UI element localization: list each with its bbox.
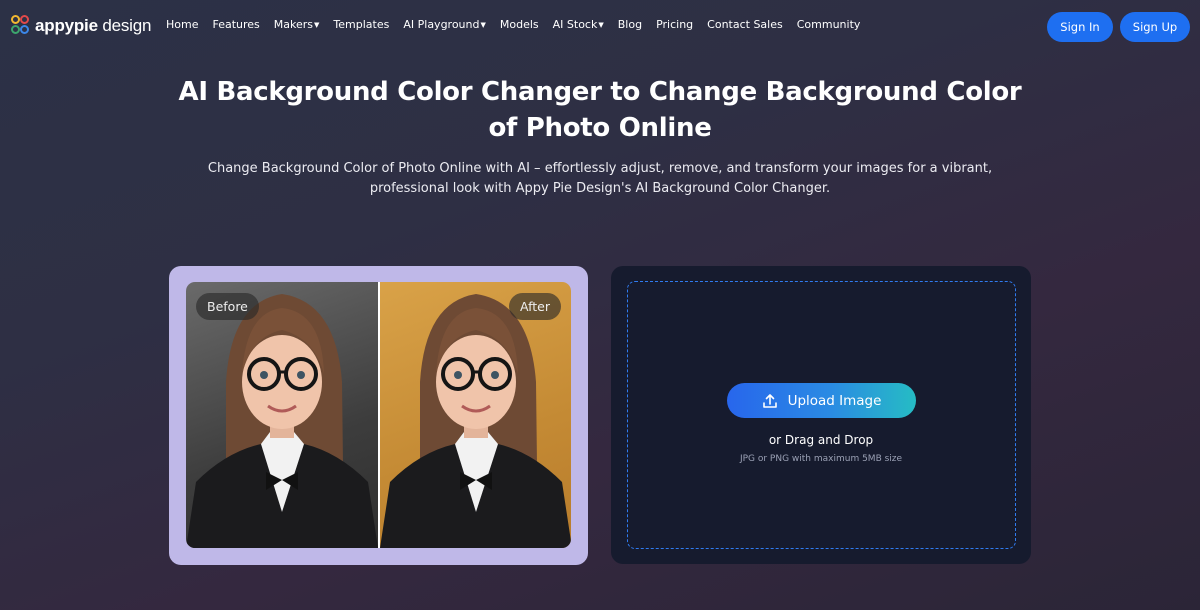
nav-item-label: Makers bbox=[273, 18, 314, 31]
upload-panel: Upload Image or Drag and Drop JPG or PNG… bbox=[611, 266, 1031, 564]
page-subtitle: Change Background Color of Photo Online … bbox=[207, 161, 993, 196]
nav-item-label: Models bbox=[499, 18, 539, 31]
caret-down-icon: ▼ bbox=[480, 20, 486, 29]
before-image: Before bbox=[186, 282, 378, 548]
file-format-hint: JPG or PNG with maximum 5MB size bbox=[739, 454, 903, 464]
nav-item-label: Pricing bbox=[656, 18, 694, 31]
nav-item-makers[interactable]: Makers ▼ bbox=[274, 18, 320, 31]
nav-item-ai-stock[interactable]: AI Stock ▼ bbox=[553, 18, 604, 31]
caret-down-icon: ▼ bbox=[598, 20, 604, 29]
upload-image-button[interactable]: Upload Image bbox=[727, 383, 916, 418]
before-label: Before bbox=[196, 293, 259, 320]
portrait-girl-after bbox=[380, 294, 571, 548]
nav-item-label: Home bbox=[166, 18, 199, 31]
after-label: After bbox=[508, 293, 561, 320]
drop-zone[interactable]: Upload Image or Drag and Drop JPG or PNG… bbox=[627, 281, 1016, 549]
after-image: After bbox=[380, 282, 571, 548]
nav-item-label: Contact Sales bbox=[707, 18, 783, 31]
sign-up-button[interactable]: Sign Up bbox=[1120, 12, 1190, 42]
brand-logo[interactable]: appypie design bbox=[11, 15, 151, 37]
nav-item-features[interactable]: Features bbox=[212, 18, 259, 31]
upload-button-label: Upload Image bbox=[787, 392, 882, 409]
nav-item-label: Features bbox=[212, 18, 260, 31]
nav-item-label: Community bbox=[796, 18, 861, 31]
appypie-logo-icon bbox=[11, 15, 31, 37]
nav-item-pricing[interactable]: Pricing bbox=[656, 18, 693, 31]
caret-down-icon: ▼ bbox=[314, 20, 320, 29]
nav-item-contact-sales[interactable]: Contact Sales bbox=[707, 18, 783, 31]
top-navigation: appypie design Home Features Makers ▼ Templa… bbox=[0, 0, 1200, 54]
nav-item-label: AI Playground bbox=[403, 18, 480, 31]
upload-icon bbox=[762, 393, 777, 408]
nav-item-community[interactable]: Community bbox=[797, 18, 861, 31]
nav-item-label: Blog bbox=[617, 18, 643, 31]
before-after-comparison: Before After bbox=[169, 266, 588, 565]
nav-item-home[interactable]: Home bbox=[166, 18, 198, 31]
nav-item-label: AI Stock bbox=[552, 18, 598, 31]
drag-and-drop-text: or Drag and Drop bbox=[768, 433, 874, 447]
nav-item-models[interactable]: Models bbox=[500, 18, 539, 31]
nav-item-ai-playground[interactable]: AI Playground ▼ bbox=[403, 18, 486, 31]
nav-item-label: Templates bbox=[333, 18, 390, 31]
nav-item-blog[interactable]: Blog bbox=[618, 18, 642, 31]
portrait-girl-before bbox=[186, 294, 378, 548]
brand-name: appypie design bbox=[35, 16, 152, 35]
main-menu: Home Features Makers ▼ Templates AI Playgroun… bbox=[166, 18, 874, 31]
nav-item-templates[interactable]: Templates bbox=[333, 18, 389, 31]
page-title: AI Background Color Changer to Change Ba… bbox=[178, 77, 1022, 143]
sign-in-button[interactable]: Sign In bbox=[1047, 12, 1113, 42]
